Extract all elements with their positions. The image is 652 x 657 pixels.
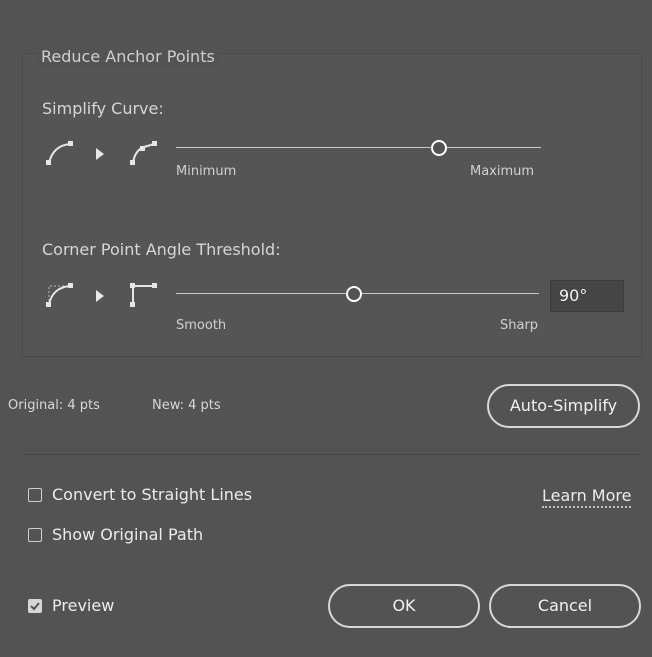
auto-simplify-button[interactable]: Auto-Simplify <box>487 384 640 428</box>
simplify-thumb[interactable] <box>430 140 447 156</box>
original-points-text: Original: 4 pts <box>8 398 100 413</box>
preview-label: Preview <box>52 596 115 615</box>
corner-threshold-slider[interactable] <box>176 284 539 304</box>
convert-straight-lines-label: Convert to Straight Lines <box>52 485 253 504</box>
curve-icon <box>46 141 73 165</box>
show-original-path-option[interactable]: Show Original Path <box>28 525 203 544</box>
convert-straight-lines-checkbox[interactable] <box>28 487 42 502</box>
new-points-text: New: 4 pts <box>152 398 221 413</box>
simplify-curve-slider[interactable] <box>176 138 541 158</box>
cancel-button[interactable]: Cancel <box>489 584 641 628</box>
arrow-right-icon <box>96 148 104 160</box>
preview-option[interactable]: Preview <box>28 596 114 615</box>
arrow-right-icon <box>96 290 104 302</box>
divider <box>22 454 640 455</box>
smooth-label: Smooth <box>176 318 227 333</box>
corner-point-icon <box>130 283 157 307</box>
angle-threshold-field[interactable]: 90° <box>550 280 624 312</box>
corner-curve-icon <box>46 283 73 307</box>
group-title: Reduce Anchor Points <box>36 47 220 66</box>
simplified-curve-icon <box>130 141 157 165</box>
simplify-curve-label: Simplify Curve: <box>42 99 164 118</box>
ok-button[interactable]: OK <box>328 584 480 628</box>
show-original-path-label: Show Original Path <box>52 525 204 544</box>
convert-straight-lines-option[interactable]: Convert to Straight Lines <box>28 485 252 504</box>
preview-checkbox[interactable] <box>28 598 42 613</box>
learn-more-link[interactable]: Learn More <box>542 486 632 508</box>
checkmark-icon <box>30 601 40 610</box>
maximum-label: Maximum <box>470 164 535 179</box>
corner-threshold-label: Corner Point Angle Threshold: <box>42 240 281 259</box>
show-original-path-checkbox[interactable] <box>28 527 42 542</box>
minimum-label: Minimum <box>176 164 237 179</box>
corner-thumb[interactable] <box>345 286 362 302</box>
sharp-label: Sharp <box>500 318 539 333</box>
simplify-track <box>176 147 541 148</box>
